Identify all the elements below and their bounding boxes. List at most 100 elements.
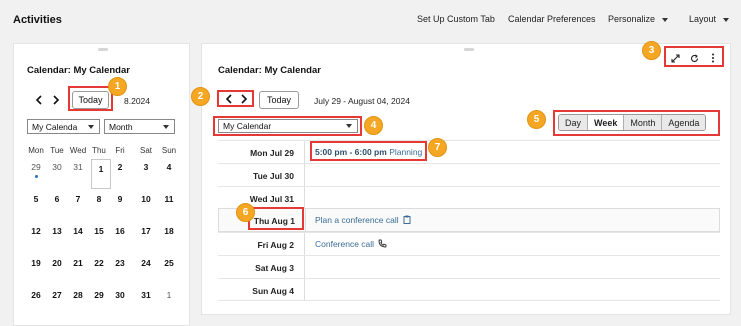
chevron-down-icon <box>723 17 730 22</box>
calendar-day[interactable]: 29 <box>26 158 46 184</box>
agenda-row: Fri Aug 2 Conference call <box>218 232 720 255</box>
callout-badge-1: 1 <box>108 77 127 96</box>
calendar-day[interactable]: 20 <box>47 254 67 280</box>
chevron-down-icon <box>662 17 669 22</box>
divider <box>304 141 305 163</box>
callout-badge-3: 3 <box>642 41 661 60</box>
event-dot <box>35 175 38 178</box>
event-conference-call[interactable]: Conference call <box>315 239 387 250</box>
calendar-day[interactable]: 1 <box>159 286 179 312</box>
calendar-day[interactable]: 7 <box>68 190 88 216</box>
divider <box>304 233 305 255</box>
mini-view-select-value: Month <box>109 121 133 132</box>
callout-box-5 <box>553 110 720 136</box>
page-title: Activities <box>13 14 62 26</box>
mini-view-select[interactable]: Month <box>104 119 175 134</box>
calendar-day[interactable]: 9 <box>110 190 130 216</box>
chevron-down-icon <box>88 124 94 129</box>
divider <box>305 209 306 231</box>
divider <box>304 164 305 186</box>
main-today-button[interactable]: Today <box>259 91 299 109</box>
mini-calendar-select-value: My Calenda <box>32 121 78 132</box>
weekday-label: Tue <box>50 146 64 155</box>
calendar-day[interactable]: 4 <box>159 158 179 184</box>
calendar-day[interactable]: 31 <box>136 286 156 312</box>
set-up-custom-tab-link[interactable]: Set Up Custom Tab <box>417 14 495 24</box>
chevron-right-icon <box>52 95 59 105</box>
callout-badge-7: 7 <box>428 138 447 157</box>
agenda-row: Tue Jul 30 <box>218 163 720 186</box>
divider <box>304 279 305 301</box>
calendar-day[interactable]: 14 <box>68 222 88 248</box>
day-number: 29 <box>31 162 41 172</box>
callout-box-4 <box>213 116 362 136</box>
personalize-menu[interactable]: Personalize <box>608 14 669 24</box>
day-label: Mon Jul 29 <box>250 148 294 158</box>
layout-menu[interactable]: Layout <box>689 14 730 24</box>
agenda-row: Sun Aug 4 <box>218 278 720 301</box>
day-label: Tue Jul 30 <box>253 171 294 181</box>
drag-handle[interactable] <box>98 48 108 51</box>
callout-badge-2: 2 <box>191 87 210 106</box>
calendar-day[interactable]: 26 <box>26 286 46 312</box>
callout-box-3 <box>664 46 724 67</box>
calendar-day[interactable]: 17 <box>136 222 156 248</box>
task-icon <box>403 215 411 226</box>
callout-badge-5: 5 <box>527 110 546 129</box>
mini-month-label: 8.2024 <box>124 96 150 106</box>
calendar-day[interactable]: 19 <box>26 254 46 280</box>
top-bar: Activities Set Up Custom Tab Calendar Pr… <box>0 0 741 40</box>
day-label: Wed Jul 31 <box>249 194 294 204</box>
mini-prev-button[interactable] <box>31 93 45 107</box>
drag-handle[interactable] <box>464 48 474 51</box>
calendar-day[interactable]: 22 <box>89 254 109 280</box>
calendar-day[interactable]: 8 <box>89 190 109 216</box>
day-label: Sun Aug 4 <box>252 286 294 296</box>
calendar-day[interactable]: 30 <box>110 286 130 312</box>
layout-label: Layout <box>689 14 717 24</box>
calendar-day[interactable]: 27 <box>47 286 67 312</box>
calendar-day[interactable]: 28 <box>68 286 88 312</box>
calendar-day[interactable]: 29 <box>89 286 109 312</box>
calendar-day[interactable]: 12 <box>26 222 46 248</box>
weekday-label: Fri <box>115 146 125 155</box>
calendar-day[interactable]: 10 <box>136 190 156 216</box>
calendar-day[interactable]: 16 <box>110 222 130 248</box>
weekday-label: Mon <box>28 146 44 155</box>
event-title: Conference call <box>315 239 375 249</box>
day-label: Sat Aug 3 <box>255 263 294 273</box>
weekday-label: Wed <box>69 146 87 155</box>
calendar-day-today[interactable]: 1 <box>91 159 111 189</box>
day-label: Fri Aug 2 <box>257 240 294 250</box>
callout-box-1 <box>68 86 113 111</box>
calendar-day[interactable]: 5 <box>26 190 46 216</box>
calendar-day[interactable]: 31 <box>68 158 88 184</box>
event-title: Plan a conference call <box>315 215 399 225</box>
calendar-day[interactable]: 21 <box>68 254 88 280</box>
calendar-day[interactable]: 2 <box>110 158 130 184</box>
calendar-day[interactable]: 18 <box>159 222 179 248</box>
mini-next-button[interactable] <box>49 93 63 107</box>
personalize-label: Personalize <box>608 14 656 24</box>
main-calendar-title: Calendar: My Calendar <box>218 65 321 76</box>
calendar-day[interactable]: 13 <box>47 222 67 248</box>
weekday-label: Thu <box>92 146 106 155</box>
calendar-day[interactable]: 24 <box>136 254 156 280</box>
calendar-day[interactable]: 3 <box>136 158 156 184</box>
weekday-label: Sat <box>139 146 152 155</box>
agenda-row: Sat Aug 3 <box>218 255 720 278</box>
divider <box>304 256 305 278</box>
mini-calendar-select[interactable]: My Calenda <box>27 119 100 134</box>
mini-calendar-title: Calendar: My Calendar <box>27 65 130 76</box>
calendar-day[interactable]: 6 <box>47 190 67 216</box>
calendar-day[interactable]: 15 <box>89 222 109 248</box>
calendar-day[interactable]: 23 <box>110 254 130 280</box>
calendar-preferences-link[interactable]: Calendar Preferences <box>508 14 596 24</box>
callout-box-2 <box>217 90 254 107</box>
calendar-day[interactable]: 11 <box>159 190 179 216</box>
callout-badge-4: 4 <box>364 116 383 135</box>
calendar-day[interactable]: 30 <box>47 158 67 184</box>
event-plan-conference-call[interactable]: Plan a conference call <box>315 215 411 226</box>
calendar-day[interactable]: 25 <box>159 254 179 280</box>
divider <box>304 187 305 209</box>
